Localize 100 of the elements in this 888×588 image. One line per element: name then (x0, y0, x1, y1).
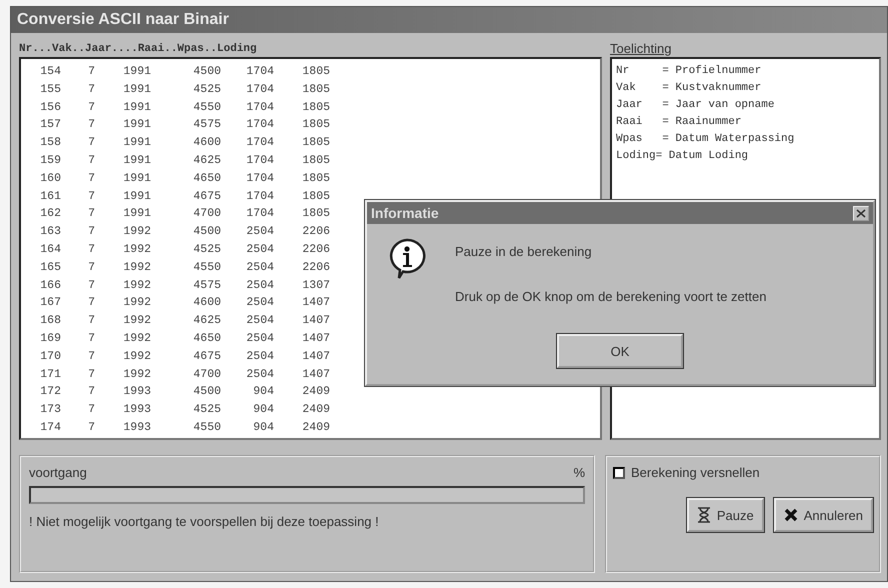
list-cell-text: 2504 (245, 330, 274, 347)
list-cell-text: 1704 (245, 152, 274, 169)
list-cell-text: 173 (39, 402, 61, 418)
list-cell-text: 158 (39, 135, 61, 152)
list-cell-text: 174 (39, 420, 61, 436)
list-cell-text: 7 (87, 348, 95, 365)
list-cell-text: 4525 (192, 82, 221, 98)
list-cell-text: 1704 (245, 135, 274, 152)
list-cell-text: 7 (87, 402, 95, 418)
list-cell-text: 167 (39, 295, 61, 312)
close-button[interactable] (853, 206, 869, 220)
list-cell-text: 169 (39, 330, 61, 347)
hourglass-icon (696, 507, 711, 523)
list-cell-text: 7 (87, 170, 95, 187)
progress-note: ! Niet mogelijk voortgang te voorspellen bij deze toepassing ! (29, 514, 380, 529)
window-title: Conversie ASCII naar Binair (11, 7, 887, 33)
close-icon (854, 206, 868, 220)
list-cell-text: 168 (39, 313, 61, 330)
list-cell-text: 170 (39, 348, 61, 365)
list-cell-text: 1991 (122, 100, 151, 116)
list-cell-text: 4600 (192, 135, 221, 152)
list-cell-text: 7 (87, 188, 95, 205)
list-cell-text: 4525 (192, 242, 221, 258)
checkbox[interactable] (613, 466, 625, 478)
list-cell-text: 1992 (122, 242, 151, 258)
list-cell-text: 4650 (192, 170, 221, 187)
list-cell-text: 7 (87, 117, 95, 134)
list-cell-text: 7 (87, 313, 95, 330)
list-cell-text: 1307 (301, 278, 330, 294)
dialog-message: Druk op de OK knop om de berekening voort te zetten (455, 289, 766, 304)
list-cell-text: 1991 (122, 152, 151, 169)
list-cell-text: 4550 (192, 260, 221, 276)
list-cell-text: 7 (87, 330, 95, 347)
list-cell-text: 1704 (245, 100, 274, 116)
legend-line: Raai = Raainummer (615, 115, 742, 130)
list-cell-text: 1407 (301, 366, 330, 383)
list-cell-text: 1992 (122, 224, 151, 240)
list-cell-text: 2504 (245, 313, 274, 330)
list-cell-text: 2409 (301, 402, 330, 418)
list-cell-text: 4650 (192, 330, 221, 347)
list-cell-text: 159 (39, 152, 61, 169)
list-cell-text: 1993 (122, 402, 151, 418)
list-cell-text: 2504 (245, 366, 274, 383)
list-cell-text: 904 (252, 420, 274, 436)
list-cell-text: 1704 (245, 117, 274, 134)
list-cell-text: 4525 (192, 402, 221, 418)
list-cell-text: 4700 (192, 206, 221, 222)
list-cell-text: 2504 (245, 348, 274, 365)
column-header: Nr...Vak..Jaar....Raai..Wpas..Loding (19, 42, 258, 57)
checkbox-label[interactable]: Berekening versnellen (631, 465, 760, 480)
list-cell-text: 1991 (122, 82, 151, 98)
list-cell-text: 1992 (122, 366, 151, 383)
list-cell-text: 7 (87, 206, 95, 222)
list-cell-text: 163 (39, 224, 61, 240)
list-cell-text: 1991 (122, 206, 151, 222)
list-cell-text: 164 (39, 242, 61, 258)
list-cell-text: 1805 (301, 188, 330, 205)
list-cell-text: 1992 (122, 295, 151, 312)
list-cell-text: 7 (87, 278, 95, 294)
list-cell-text: 7 (87, 82, 95, 98)
list-cell-text: 2206 (301, 242, 330, 258)
list-cell-text: 4575 (192, 278, 221, 294)
percent-label: % (573, 465, 585, 480)
list-cell-text: 7 (87, 420, 95, 436)
list-cell-text: 1805 (301, 100, 330, 116)
list-cell-text: 1992 (122, 330, 151, 347)
list-cell-text: 4500 (192, 64, 221, 80)
list-cell-text: 2504 (245, 295, 274, 312)
list-cell-text: 1992 (122, 348, 151, 365)
list-cell-text: 156 (39, 100, 61, 116)
list-cell-text: 1805 (301, 117, 330, 134)
legend-line: Nr = Profielnummer (615, 64, 762, 79)
list-cell-text: 1407 (301, 295, 330, 312)
legend-line: Loding= Datum Loding (615, 149, 750, 164)
list-cell-text: 2206 (301, 224, 330, 240)
list-cell-text: 7 (87, 366, 95, 383)
list-cell-text: 2409 (301, 420, 330, 436)
dialog-title: Informatie (371, 205, 439, 221)
dialog-message: Pauze in de berekening (455, 244, 593, 259)
progress-label: voortgang (29, 465, 87, 480)
list-cell-text: 904 (252, 402, 274, 418)
list-cell-text: 4675 (192, 188, 221, 205)
info-icon (387, 238, 427, 280)
list-cell-text: 1805 (301, 170, 330, 187)
pause-button[interactable]: Pauze (686, 498, 764, 532)
ok-button[interactable]: OK (557, 334, 683, 368)
legend-title: Toelichting (610, 41, 672, 56)
list-cell-text: 7 (87, 295, 95, 312)
list-cell-text: 1407 (301, 313, 330, 330)
list-cell-text: 7 (87, 152, 95, 169)
legend-line: Wpas = Datum Waterpassing (615, 132, 796, 147)
list-cell-text: 4575 (192, 117, 221, 134)
list-cell-text: 1993 (122, 384, 151, 400)
list-cell-text: 1991 (122, 117, 151, 134)
list-cell-text: 1704 (245, 206, 274, 222)
list-cell-text: 1704 (245, 64, 274, 80)
list-cell-text: 161 (39, 188, 61, 205)
list-cell-text: 1805 (301, 206, 330, 222)
cancel-button[interactable]: Annuleren (774, 498, 873, 532)
list-cell-text: 4625 (192, 313, 221, 330)
